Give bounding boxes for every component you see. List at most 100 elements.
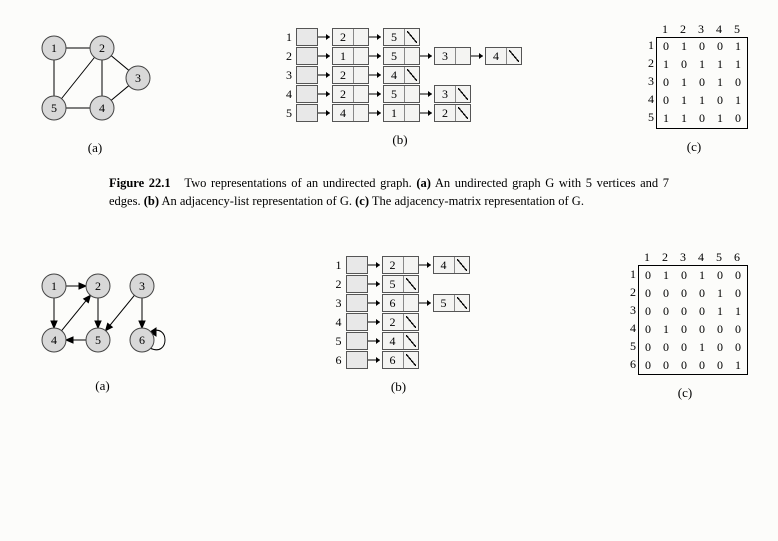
matrix-grid: 010100000010000011010000000100000001 — [638, 265, 748, 375]
fig1-panel-a: 12345 (a) — [30, 20, 160, 156]
matrix-cell: 0 — [693, 284, 711, 302]
matrix-row-header: 5 — [622, 337, 638, 355]
matrix-col-header: 5 — [710, 250, 728, 265]
adjlist-head-cell — [346, 256, 368, 274]
matrix-col-header: 2 — [674, 22, 692, 37]
matrix-cell: 0 — [711, 266, 729, 284]
matrix-cell: 1 — [711, 74, 729, 92]
adjlist-node: 5 — [433, 294, 470, 312]
svg-text:3: 3 — [139, 279, 145, 293]
adjlist-row: 1 25 — [278, 28, 522, 46]
matrix-cell: 0 — [657, 92, 675, 110]
matrix-cell: 1 — [675, 92, 693, 110]
matrix-cell: 1 — [657, 56, 675, 74]
fig2-label-c: (c) — [678, 385, 692, 401]
adjlist-head-cell — [296, 28, 318, 46]
svg-text:4: 4 — [99, 101, 105, 115]
arrow-icon — [420, 85, 434, 103]
caption-tb: An adjacency-list representation of G. — [161, 194, 352, 208]
matrix-cell: 0 — [639, 302, 657, 320]
matrix-cell: 1 — [675, 110, 693, 128]
matrix-col-header: 2 — [656, 250, 674, 265]
fig1-panel-b: 1252153432442535412 (b) — [278, 28, 522, 148]
adjlist-node: 2 — [332, 85, 369, 103]
adjlist-node: 2 — [332, 28, 369, 46]
matrix-row-header: 5 — [640, 109, 656, 127]
svg-text:4: 4 — [51, 333, 57, 347]
adjlist-row-index: 5 — [328, 334, 342, 349]
adjlist-row: 66 — [328, 351, 470, 369]
matrix-cell: 0 — [657, 302, 675, 320]
matrix-cell: 1 — [711, 302, 729, 320]
adjlist-node: 3 — [434, 85, 471, 103]
matrix-cell: 0 — [729, 266, 747, 284]
matrix-row-header: 1 — [622, 265, 638, 283]
adjlist-row: 42 — [328, 313, 470, 331]
arrow-icon — [419, 294, 433, 312]
arrow-icon — [368, 294, 382, 312]
svg-text:2: 2 — [95, 279, 101, 293]
adjlist-node: 4 — [383, 66, 420, 84]
arrow-icon — [318, 85, 332, 103]
matrix-cell: 0 — [693, 110, 711, 128]
svg-text:2: 2 — [99, 41, 105, 55]
arrow-icon — [369, 28, 383, 46]
adjlist-node: 6 — [382, 351, 419, 369]
adjlist-row: 21534 — [278, 47, 522, 65]
matrix-row-header: 1 — [640, 37, 656, 55]
adjlist-head-cell — [346, 313, 368, 331]
adjlist-row: 25 — [328, 275, 470, 293]
adjlist-row: 324 — [278, 66, 522, 84]
adjlist-row: 5412 — [278, 104, 522, 122]
adjlist-row-index: 4 — [328, 315, 342, 330]
matrix-col-header: 1 — [656, 22, 674, 37]
matrix-cell: 0 — [657, 338, 675, 356]
adjlist-node: 2 — [332, 66, 369, 84]
matrix-cell: 0 — [675, 284, 693, 302]
arrow-icon — [318, 66, 332, 84]
matrix-col-headers: 12345 — [640, 22, 748, 37]
matrix-row-header: 4 — [622, 319, 638, 337]
caption-pb: (b) — [144, 194, 159, 208]
matrix-cell: 0 — [693, 302, 711, 320]
fig1-graph-svg: 12345 — [30, 20, 160, 130]
fig1-panels: 12345 (a) 1252153432442535412 (b) 123451… — [30, 20, 748, 156]
adjlist-row-index: 1 — [278, 30, 292, 45]
caption-text1: Two representations of an undirected gra… — [184, 176, 411, 190]
adjlist-row-index: 1 — [328, 258, 342, 273]
matrix-cell: 1 — [693, 338, 711, 356]
matrix-cell: 0 — [675, 356, 693, 374]
adjlist-node: 5 — [383, 28, 420, 46]
matrix-cell: 0 — [675, 56, 693, 74]
arrow-icon — [368, 313, 382, 331]
adjlist-node: 2 — [382, 313, 419, 331]
adjlist-row-index: 4 — [278, 87, 292, 102]
caption-tc: The adjacency-matrix representation of G… — [372, 194, 584, 208]
adjlist-head-cell — [346, 332, 368, 350]
matrix-row-header: 6 — [622, 355, 638, 373]
figure-22-2: 123456 (a) 12425365425466 (b) 1234561234… — [30, 250, 748, 401]
caption-pa: (a) — [416, 176, 431, 190]
adjlist-node: 6 — [382, 294, 419, 312]
adjlist-row-index: 3 — [328, 296, 342, 311]
fig2-label-b: (b) — [391, 379, 406, 395]
fig2-panel-a: 123456 (a) — [30, 258, 175, 394]
matrix-cell: 0 — [693, 320, 711, 338]
matrix-col-header: 4 — [710, 22, 728, 37]
matrix-cell: 0 — [675, 320, 693, 338]
matrix-cell: 0 — [711, 356, 729, 374]
fig2-panels: 123456 (a) 12425365425466 (b) 1234561234… — [30, 250, 748, 401]
adjlist-row: 124 — [328, 256, 470, 274]
matrix-cell: 0 — [693, 74, 711, 92]
adjlist-node: 4 — [332, 104, 369, 122]
matrix-cell: 0 — [693, 38, 711, 56]
matrix-cell: 1 — [675, 38, 693, 56]
adjlist-node: 5 — [383, 47, 420, 65]
matrix-cell: 0 — [657, 74, 675, 92]
matrix-col-header: 5 — [728, 22, 746, 37]
fig1-label-c: (c) — [687, 139, 701, 155]
adjlist-head-cell — [296, 66, 318, 84]
adjlist-node: 2 — [382, 256, 419, 274]
adjlist-row: 3 65 — [328, 294, 470, 312]
arrow-icon — [471, 47, 485, 65]
